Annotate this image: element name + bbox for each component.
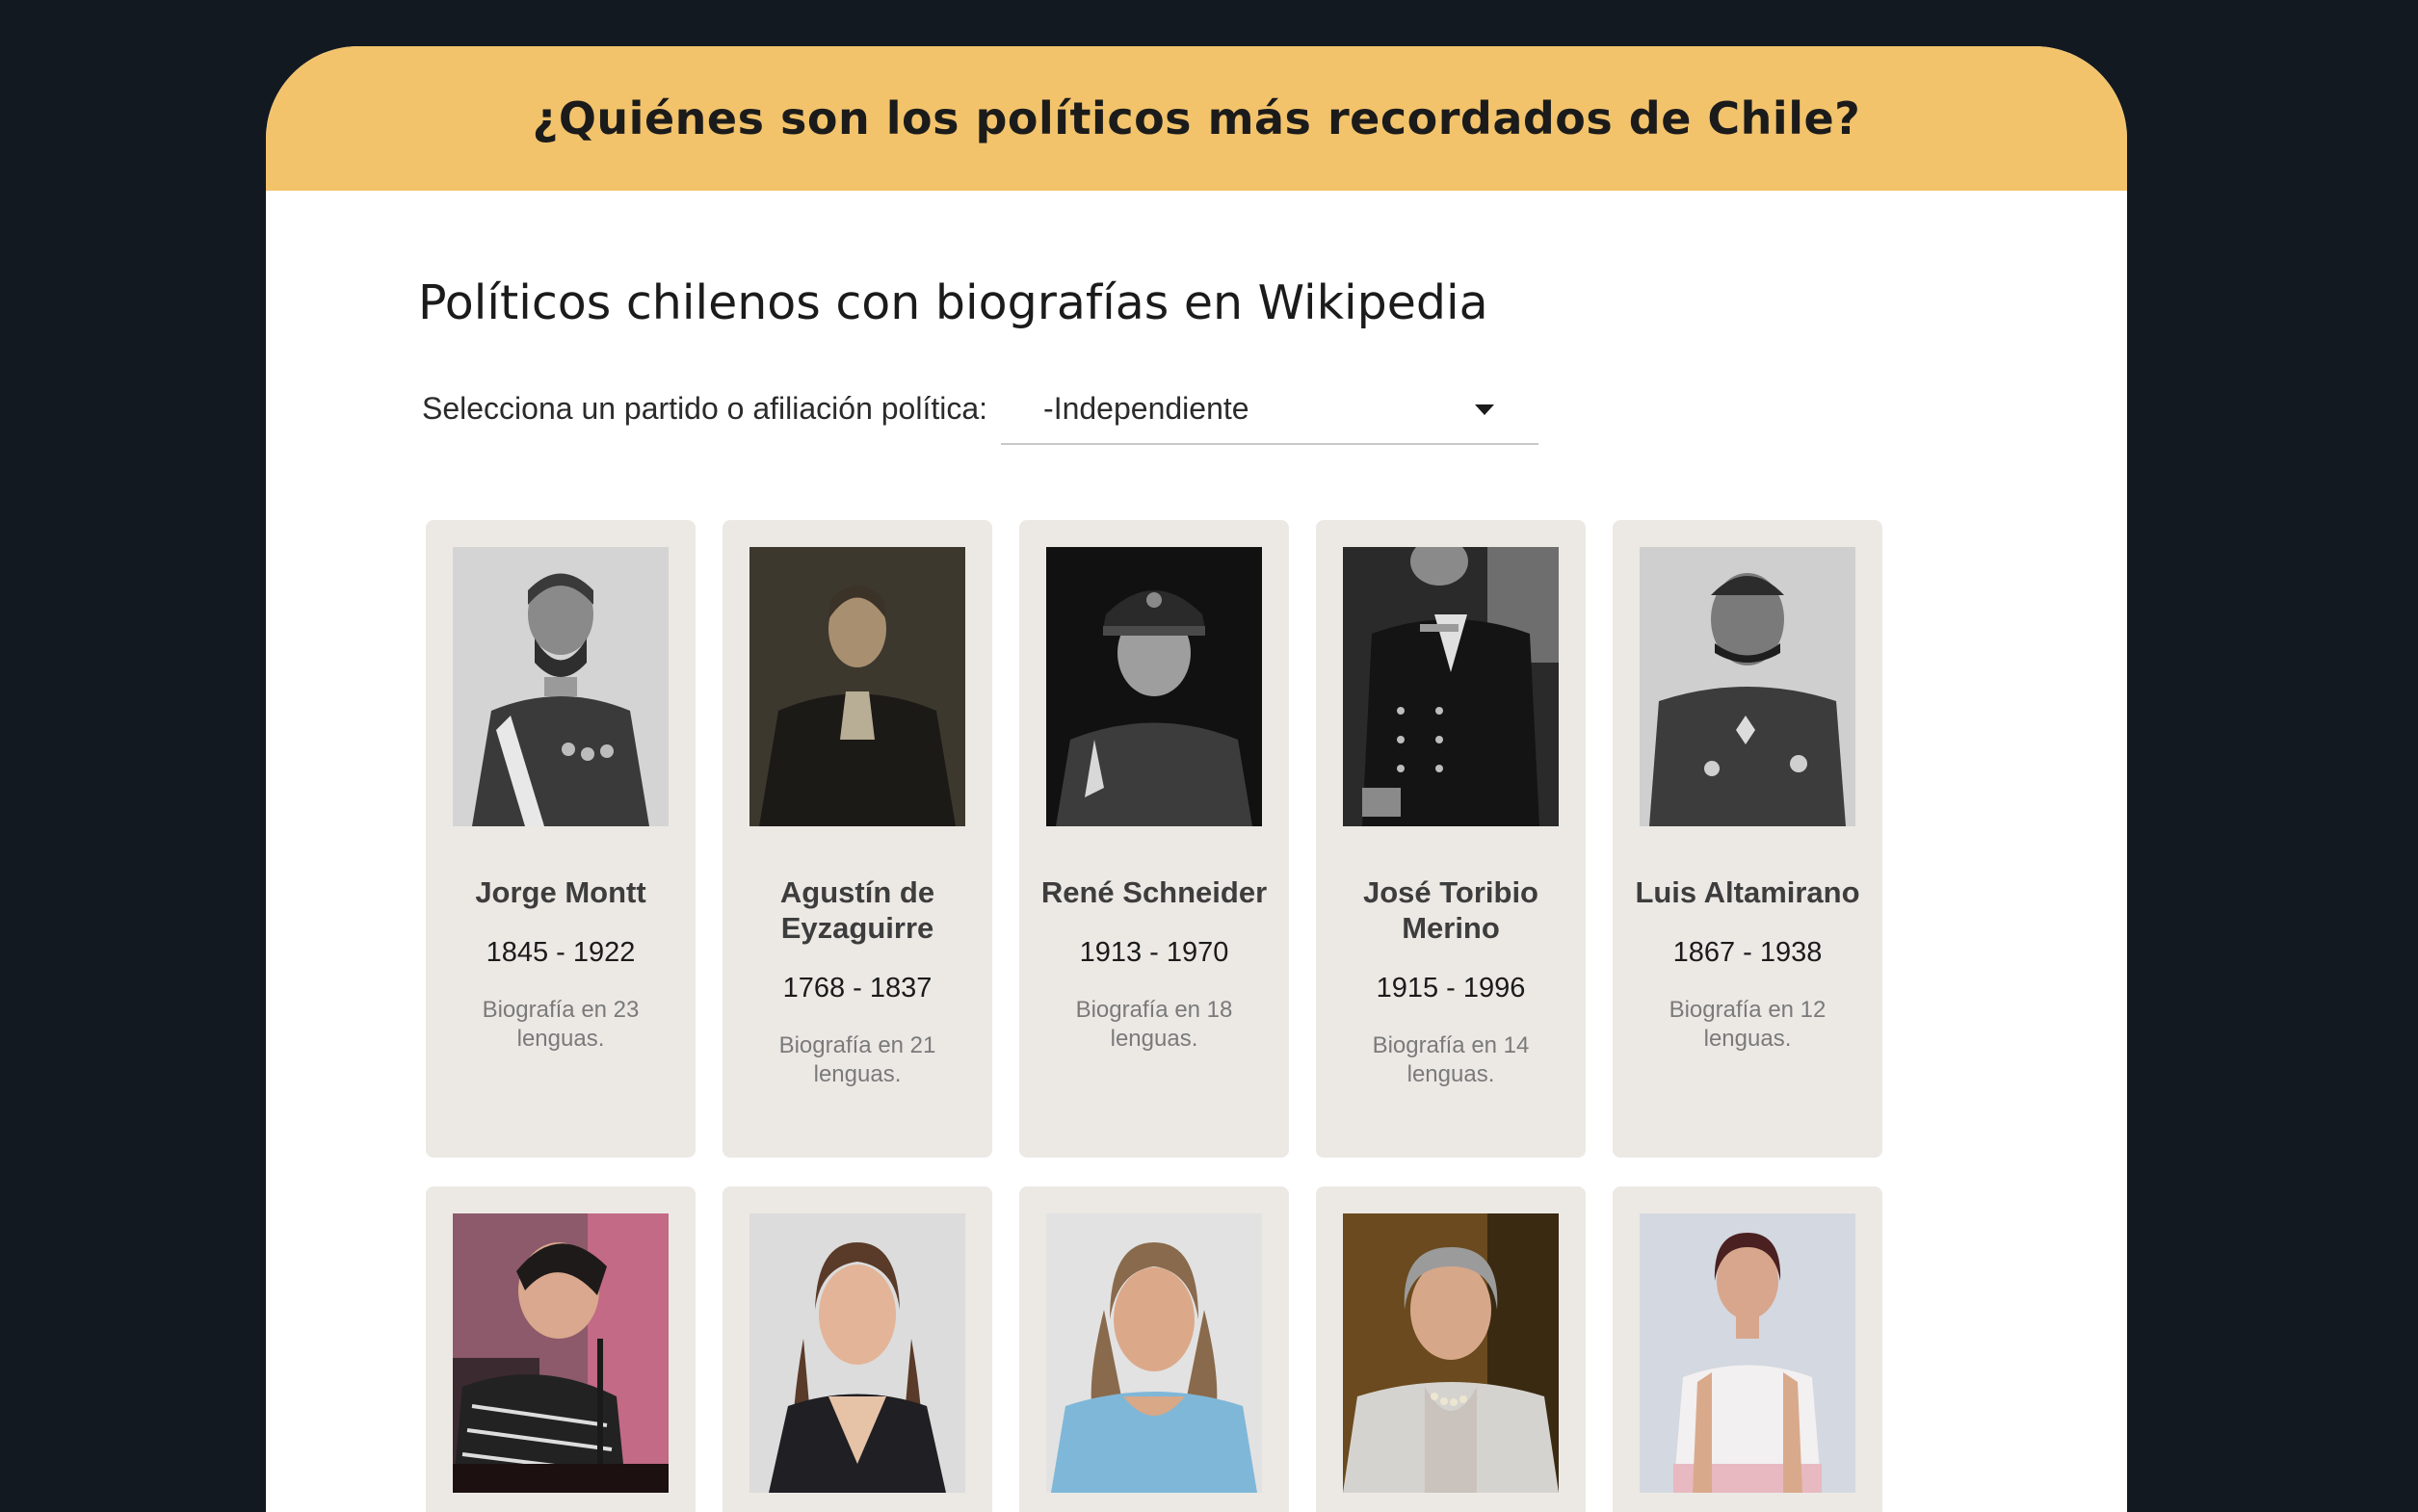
section-title: Políticos chilenos con biografías en Wik… xyxy=(418,275,1488,330)
party-filter: Selecciona un partido o afiliación polít… xyxy=(422,379,1539,445)
portrait-photo xyxy=(1343,1213,1559,1493)
politician-card[interactable] xyxy=(1316,1186,1586,1512)
party-select-value: -Independiente xyxy=(1043,391,1249,426)
politician-languages: Biografía en 18 lenguas. xyxy=(1075,997,1233,1052)
politician-card[interactable]: José Toribio Merino 1915 - 1996 Biografí… xyxy=(1316,520,1586,1158)
politician-card[interactable] xyxy=(1019,1186,1289,1512)
politician-languages: Biografía en 12 lenguas. xyxy=(1669,997,1827,1052)
politician-name: Agustín de Eyzaguirre xyxy=(779,875,935,945)
politician-card[interactable] xyxy=(1613,1186,1882,1512)
portrait-photo xyxy=(749,547,965,826)
politician-years: 1845 - 1922 xyxy=(486,937,636,968)
portrait-photo xyxy=(749,1213,965,1493)
politician-years: 1913 - 1970 xyxy=(1079,937,1229,968)
portrait-photo xyxy=(1046,547,1262,826)
politician-years: 1867 - 1938 xyxy=(1672,937,1823,968)
content-area: Políticos chilenos con biografías en Wik… xyxy=(418,275,2056,445)
filter-label: Selecciona un partido o afiliación polít… xyxy=(422,391,988,426)
portrait-photo xyxy=(1343,547,1559,826)
politician-card[interactable] xyxy=(426,1186,696,1512)
portrait-photo xyxy=(1046,1213,1262,1493)
politician-card[interactable] xyxy=(723,1186,992,1512)
politician-languages: Biografía en 23 lenguas. xyxy=(482,997,640,1052)
politician-languages: Biografía en 21 lenguas. xyxy=(778,1032,936,1087)
politician-grid: Jorge Montt 1845 - 1922 Biografía en 23 … xyxy=(426,520,1882,1512)
main-panel: ¿Quiénes son los políticos más recordado… xyxy=(266,46,2127,1512)
politician-card[interactable]: René Schneider 1913 - 1970 Biografía en … xyxy=(1019,520,1289,1158)
party-select[interactable]: -Independiente xyxy=(1001,379,1539,445)
portrait-photo xyxy=(1640,547,1855,826)
politician-name: José Toribio Merino xyxy=(1362,875,1538,945)
politician-name: René Schneider xyxy=(1040,875,1268,909)
politician-languages: Biografía en 14 lenguas. xyxy=(1372,1032,1530,1087)
politician-years: 1768 - 1837 xyxy=(782,973,933,1004)
politician-name: Luis Altamirano xyxy=(1635,875,1860,909)
politician-card[interactable]: Agustín de Eyzaguirre 1768 - 1837 Biogra… xyxy=(723,520,992,1158)
header-banner: ¿Quiénes son los políticos más recordado… xyxy=(266,46,2127,191)
politician-name: Jorge Montt xyxy=(475,875,646,909)
politician-card[interactable]: Jorge Montt 1845 - 1922 Biografía en 23 … xyxy=(426,520,696,1158)
politician-card[interactable]: Luis Altamirano 1867 - 1938 Biografía en… xyxy=(1613,520,1882,1158)
portrait-photo xyxy=(453,1213,669,1493)
chevron-down-icon xyxy=(1475,404,1495,415)
politician-years: 1915 - 1996 xyxy=(1376,973,1526,1004)
portrait-photo xyxy=(1640,1213,1855,1493)
page-title: ¿Quiénes son los políticos más recordado… xyxy=(532,92,1861,144)
portrait-photo xyxy=(453,547,669,826)
